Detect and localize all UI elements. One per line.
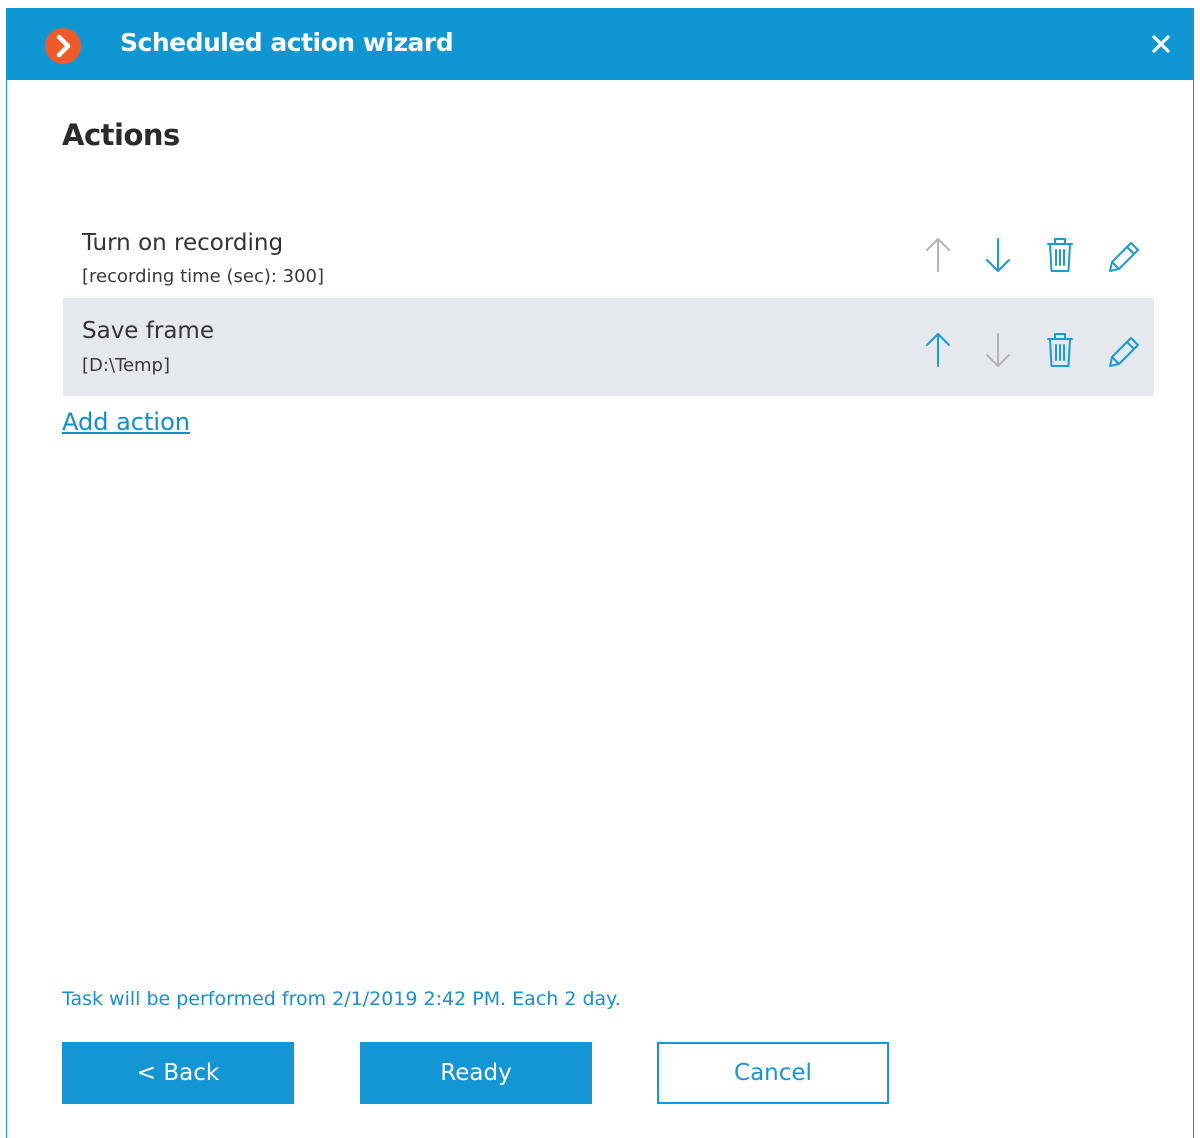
- edit-pencil-icon[interactable]: [1102, 328, 1142, 372]
- delete-icon[interactable]: [1040, 233, 1080, 277]
- title-bar: Scheduled action wizard: [7, 8, 1193, 80]
- wizard-window: Scheduled action wizard Actions Turn on …: [6, 8, 1194, 1138]
- page-heading: Actions: [62, 118, 180, 152]
- edit-pencil-icon[interactable]: [1102, 233, 1142, 277]
- window-title: Scheduled action wizard: [120, 28, 454, 57]
- move-down-icon[interactable]: [978, 233, 1018, 277]
- back-button[interactable]: < Back: [62, 1042, 294, 1104]
- move-up-icon[interactable]: [918, 328, 958, 372]
- action-name: Turn on recording: [82, 230, 284, 256]
- move-up-icon[interactable]: [918, 233, 958, 277]
- row-toolbar: [918, 233, 1148, 277]
- app-logo-icon: [45, 28, 81, 64]
- add-action-link[interactable]: Add action: [62, 408, 190, 436]
- action-params: [D:\Temp]: [82, 355, 171, 376]
- action-params: [recording time (sec): 300]: [82, 266, 325, 287]
- close-icon[interactable]: [1147, 30, 1175, 58]
- action-row-save-frame[interactable]: Save frame [D:\Temp]: [63, 298, 1154, 396]
- cancel-button[interactable]: Cancel: [657, 1042, 889, 1104]
- schedule-status-text: Task will be performed from 2/1/2019 2:4…: [62, 988, 621, 1010]
- ready-button[interactable]: Ready: [360, 1042, 592, 1104]
- action-name: Save frame: [82, 318, 214, 344]
- row-toolbar: [918, 328, 1148, 372]
- move-down-icon[interactable]: [978, 328, 1018, 372]
- delete-icon[interactable]: [1040, 328, 1080, 372]
- action-row-turn-on-recording[interactable]: Turn on recording [recording time (sec):…: [63, 208, 1154, 306]
